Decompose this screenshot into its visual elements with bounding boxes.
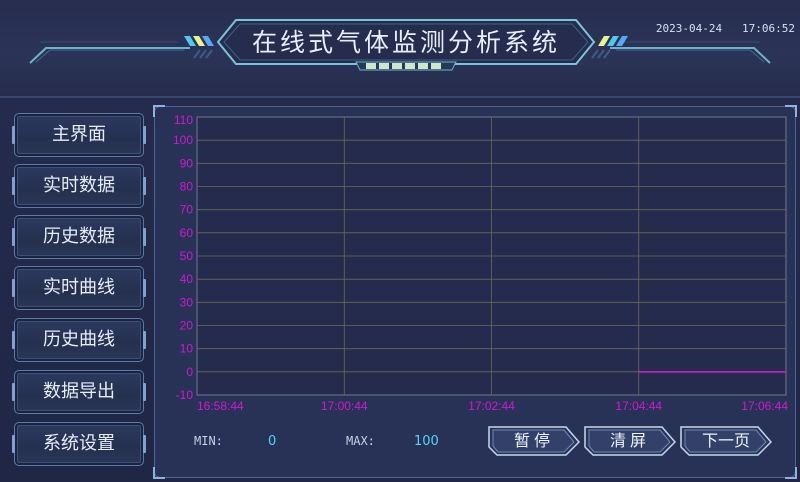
y-tick-label: 60 [180, 226, 194, 240]
nav-data-export[interactable]: 数据导出 [12, 370, 146, 414]
pause-button[interactable]: 暂停 [488, 426, 580, 456]
x-tick-label: 17:02:44 [468, 399, 515, 413]
max-value: 100 [414, 434, 439, 449]
left-wing-line-shadow [35, 49, 184, 63]
x-tick-label: 16:58:44 [197, 399, 244, 413]
min-label: MIN: [194, 434, 223, 448]
realtime-curve-chart: 1101009080706050403020100-1016:58:44 17:0… [173, 113, 788, 413]
x-tick-label: 17:04:44 [615, 399, 662, 413]
y-tick-label: 100 [173, 133, 193, 147]
nav-main-screen[interactable]: 主界面 [12, 113, 146, 157]
time-text: 17:06:52 [742, 22, 795, 35]
datetime-display: 2023-04-24 17:06:52 [640, 22, 795, 35]
x-tick-label: 17:00:44 [321, 399, 368, 413]
next-page-button[interactable]: 下一页 [680, 426, 772, 456]
nav-realtime-data[interactable]: 实时数据 [12, 164, 146, 208]
y-tick-label: 10 [180, 342, 194, 356]
clear-button-label: 清屏 [609, 431, 650, 450]
y-tick-label: 30 [180, 295, 194, 309]
nav-history-curve[interactable]: 历史曲线 [12, 318, 146, 362]
y-tick-label: 20 [180, 319, 194, 333]
y-tick-label: 50 [180, 249, 194, 263]
y-tick-label: 40 [180, 272, 194, 286]
pause-button-label: 暂停 [513, 431, 554, 450]
nav-history-data[interactable]: 历史数据 [12, 215, 146, 259]
y-tick-label: 90 [180, 156, 194, 170]
date-text: 2023-04-24 [655, 22, 723, 35]
y-tick-label: 0 [186, 365, 193, 379]
page-title: 在线式气体监测分析系统 [251, 28, 560, 57]
min-value: 0 [268, 434, 277, 449]
next-button-label: 下一页 [701, 431, 750, 450]
x-tick-label: 17:06:44 [741, 399, 788, 413]
y-tick-label: 80 [180, 180, 194, 194]
y-tick-label: 110 [174, 113, 193, 127]
max-label: MAX: [346, 434, 375, 448]
clear-screen-button[interactable]: 清屏 [584, 426, 676, 456]
nav-system-settings[interactable]: 系统设置 [12, 422, 146, 466]
y-tick-label: -10 [176, 388, 194, 402]
app-root: 在线式气体监测分析系统 2023-04-24 17:06:52 主界面 实时数据… [0, 0, 800, 482]
nav-realtime-curve[interactable]: 实时曲线 [12, 266, 146, 310]
y-tick-label: 70 [180, 203, 194, 217]
